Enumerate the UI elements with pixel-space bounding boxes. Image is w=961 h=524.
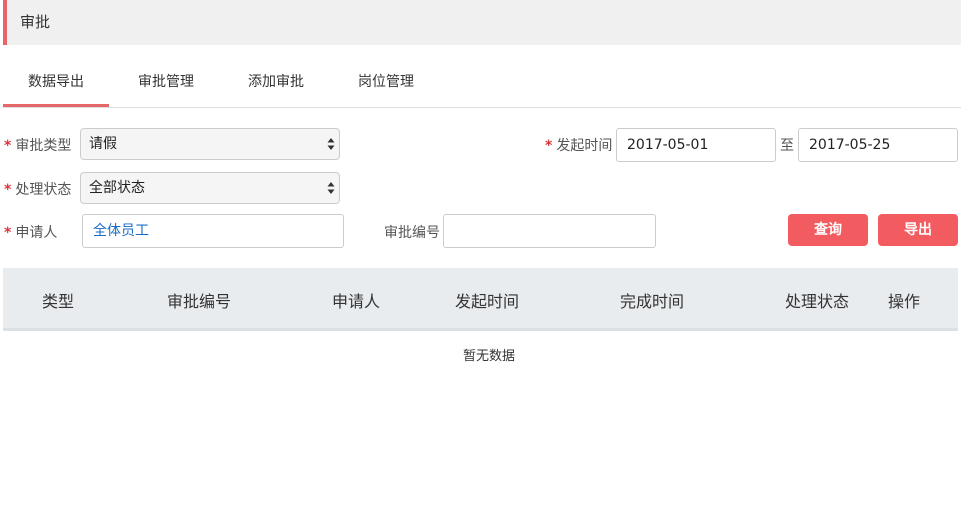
tab-bar: 数据导出 审批管理 添加审批 岗位管理 [3,62,961,108]
column-header-type: 类型 [42,292,75,311]
query-button[interactable]: 查询 [788,214,868,246]
approval-type-label: * 审批类型 [4,138,72,154]
column-header-start-time: 发起时间 [455,292,520,311]
applicant-label: * 申请人 [4,225,58,241]
start-date-input[interactable]: 2017-05-01 [616,128,776,162]
column-header-status: 处理状态 [785,292,850,311]
empty-state-text: 暂无数据 [463,349,516,364]
tab-approval-management[interactable]: 审批管理 [120,62,212,107]
column-header-complete-time: 完成时间 [620,292,685,311]
select-arrows-icon [327,138,335,150]
status-value: 全部状态 [89,180,145,196]
start-time-label: * 发起时间 [545,138,613,154]
approval-type-value: 请假 [89,136,117,152]
page-title: 审批 [20,13,51,31]
page-header: 审批 [3,0,961,45]
approval-no-input[interactable] [443,214,656,248]
tab-add-approval[interactable]: 添加审批 [230,62,322,107]
approval-type-select[interactable]: 请假 [80,128,340,160]
tab-position-management[interactable]: 岗位管理 [340,62,432,107]
status-select[interactable]: 全部状态 [80,172,340,204]
applicant-input[interactable]: 全体员工 [82,214,344,248]
select-arrows-icon [327,182,335,194]
table-header: 类型 审批编号 申请人 发起时间 完成时间 处理状态 操作 [3,268,958,331]
required-mark: * [545,138,553,154]
tab-data-export[interactable]: 数据导出 [3,62,109,107]
approval-no-label: 审批编号 [384,225,440,241]
end-date-input[interactable]: 2017-05-25 [798,128,958,162]
column-header-applicant: 申请人 [332,292,381,311]
required-mark: * [4,138,12,154]
export-button[interactable]: 导出 [878,214,958,246]
column-header-actions: 操作 [888,292,921,311]
required-mark: * [4,225,12,241]
column-header-approval-no: 审批编号 [167,292,232,311]
status-label: * 处理状态 [4,182,72,198]
date-range-separator: 至 [780,138,794,154]
required-mark: * [4,182,12,198]
